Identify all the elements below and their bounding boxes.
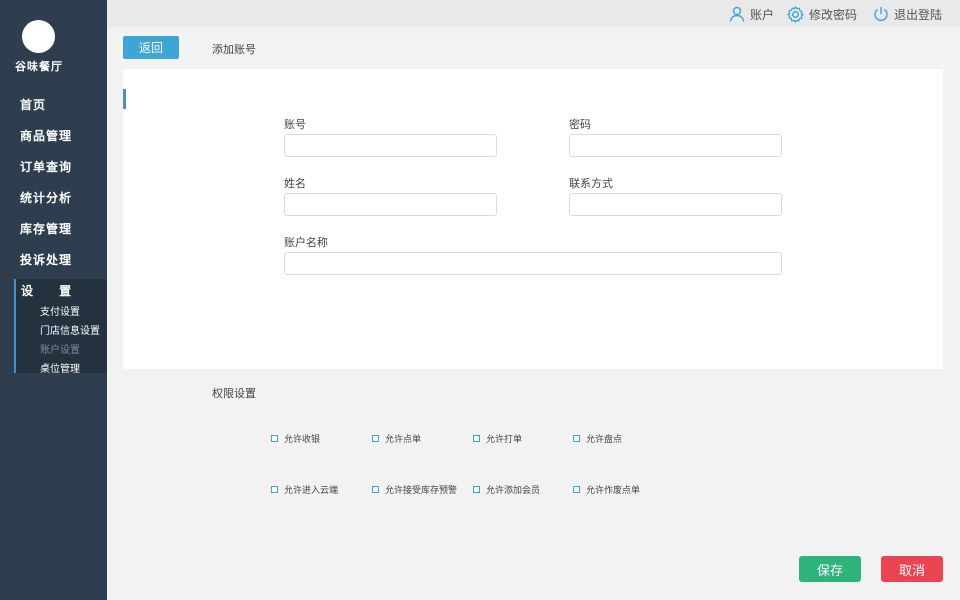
- account-input[interactable]: [284, 134, 497, 157]
- user-icon: [729, 6, 745, 22]
- permission-label: 允许盘点: [586, 435, 623, 445]
- account-label: 账号: [284, 118, 306, 131]
- password-label: 密码: [569, 118, 591, 131]
- permission-stock-alert[interactable]: 允许接受库存预警: [372, 483, 457, 496]
- permission-stocktake[interactable]: 允许盘点: [573, 432, 622, 445]
- sidebar-subitem-payment[interactable]: 支付设置: [40, 303, 80, 318]
- sidebar-subitem-store-info[interactable]: 门店信息设置: [40, 322, 100, 337]
- sidebar-item-inventory[interactable]: 库存管理: [20, 220, 72, 237]
- name-label: 姓名: [284, 177, 306, 190]
- account-link[interactable]: 账户: [729, 5, 774, 23]
- permission-checkbox[interactable]: [271, 486, 278, 493]
- permission-cashier[interactable]: 允许收银: [271, 432, 320, 445]
- account-name-label: 账户名称: [284, 236, 328, 249]
- logout-label: 退出登陆: [894, 7, 943, 22]
- gear-icon: [787, 5, 804, 23]
- avatar[interactable]: [22, 20, 55, 53]
- sidebar-item-products[interactable]: 商品管理: [20, 127, 72, 144]
- permission-label: 允许作废点单: [586, 486, 641, 496]
- page-title: 添加账号: [212, 43, 256, 56]
- sidebar-subitem-account[interactable]: 账户设置: [40, 341, 80, 356]
- power-icon: [874, 7, 888, 21]
- sidebar-item-complaints[interactable]: 投诉处理: [20, 251, 72, 268]
- account-name-input[interactable]: [284, 252, 782, 275]
- contact-label: 联系方式: [569, 177, 613, 190]
- permission-add-member[interactable]: 允许添加会员: [473, 483, 540, 496]
- password-input[interactable]: [569, 134, 782, 157]
- logout-link[interactable]: 退出登陆: [873, 5, 942, 23]
- account-form-panel: 账号 密码 姓名 联系方式 账户名称: [123, 69, 943, 369]
- sidebar-item-orders[interactable]: 订单查询: [20, 158, 72, 175]
- permission-label: 允许接受库存预警: [385, 486, 458, 496]
- save-button[interactable]: 保存: [799, 556, 861, 582]
- sidebar-subitem-tables[interactable]: 桌位管理: [40, 360, 80, 375]
- panel-accent-marker: [123, 89, 126, 109]
- permission-label: 允许打单: [486, 435, 523, 445]
- contact-input[interactable]: [569, 193, 782, 216]
- change-password-link[interactable]: 修改密码: [787, 5, 857, 23]
- permission-void-order[interactable]: 允许作废点单: [573, 483, 640, 496]
- permission-label: 允许进入云端: [284, 486, 339, 496]
- sidebar-item-home[interactable]: 首页: [20, 96, 46, 113]
- top-bar: 账户 修改密码 退出登陆: [107, 0, 960, 27]
- permission-label: 允许收银: [284, 435, 321, 445]
- permission-checkbox[interactable]: [473, 435, 480, 442]
- permission-checkbox[interactable]: [573, 486, 580, 493]
- permissions-title: 权限设置: [212, 387, 256, 400]
- back-button[interactable]: 返回: [123, 36, 179, 59]
- permission-cloud[interactable]: 允许进入云端: [271, 483, 338, 496]
- change-password-label: 修改密码: [809, 7, 858, 22]
- sidebar-item-statistics[interactable]: 统计分析: [20, 189, 72, 206]
- permission-checkbox[interactable]: [372, 486, 379, 493]
- permission-checkbox[interactable]: [372, 435, 379, 442]
- permission-checkbox[interactable]: [473, 486, 480, 493]
- brand-name: 谷味餐厅: [15, 60, 63, 73]
- sidebar: 谷味餐厅 首页 商品管理 订单查询 统计分析 库存管理 投诉处理 设 置 支付设…: [0, 0, 107, 600]
- account-label: 账户: [750, 7, 775, 22]
- permission-checkbox[interactable]: [271, 435, 278, 442]
- permission-label: 允许添加会员: [486, 486, 541, 496]
- name-input[interactable]: [284, 193, 497, 216]
- permission-order[interactable]: 允许点单: [372, 432, 421, 445]
- permission-checkbox[interactable]: [573, 435, 580, 442]
- sidebar-item-settings[interactable]: 设 置: [21, 282, 71, 299]
- permission-label: 允许点单: [385, 435, 422, 445]
- permission-print[interactable]: 允许打单: [473, 432, 522, 445]
- cancel-button[interactable]: 取消: [881, 556, 943, 582]
